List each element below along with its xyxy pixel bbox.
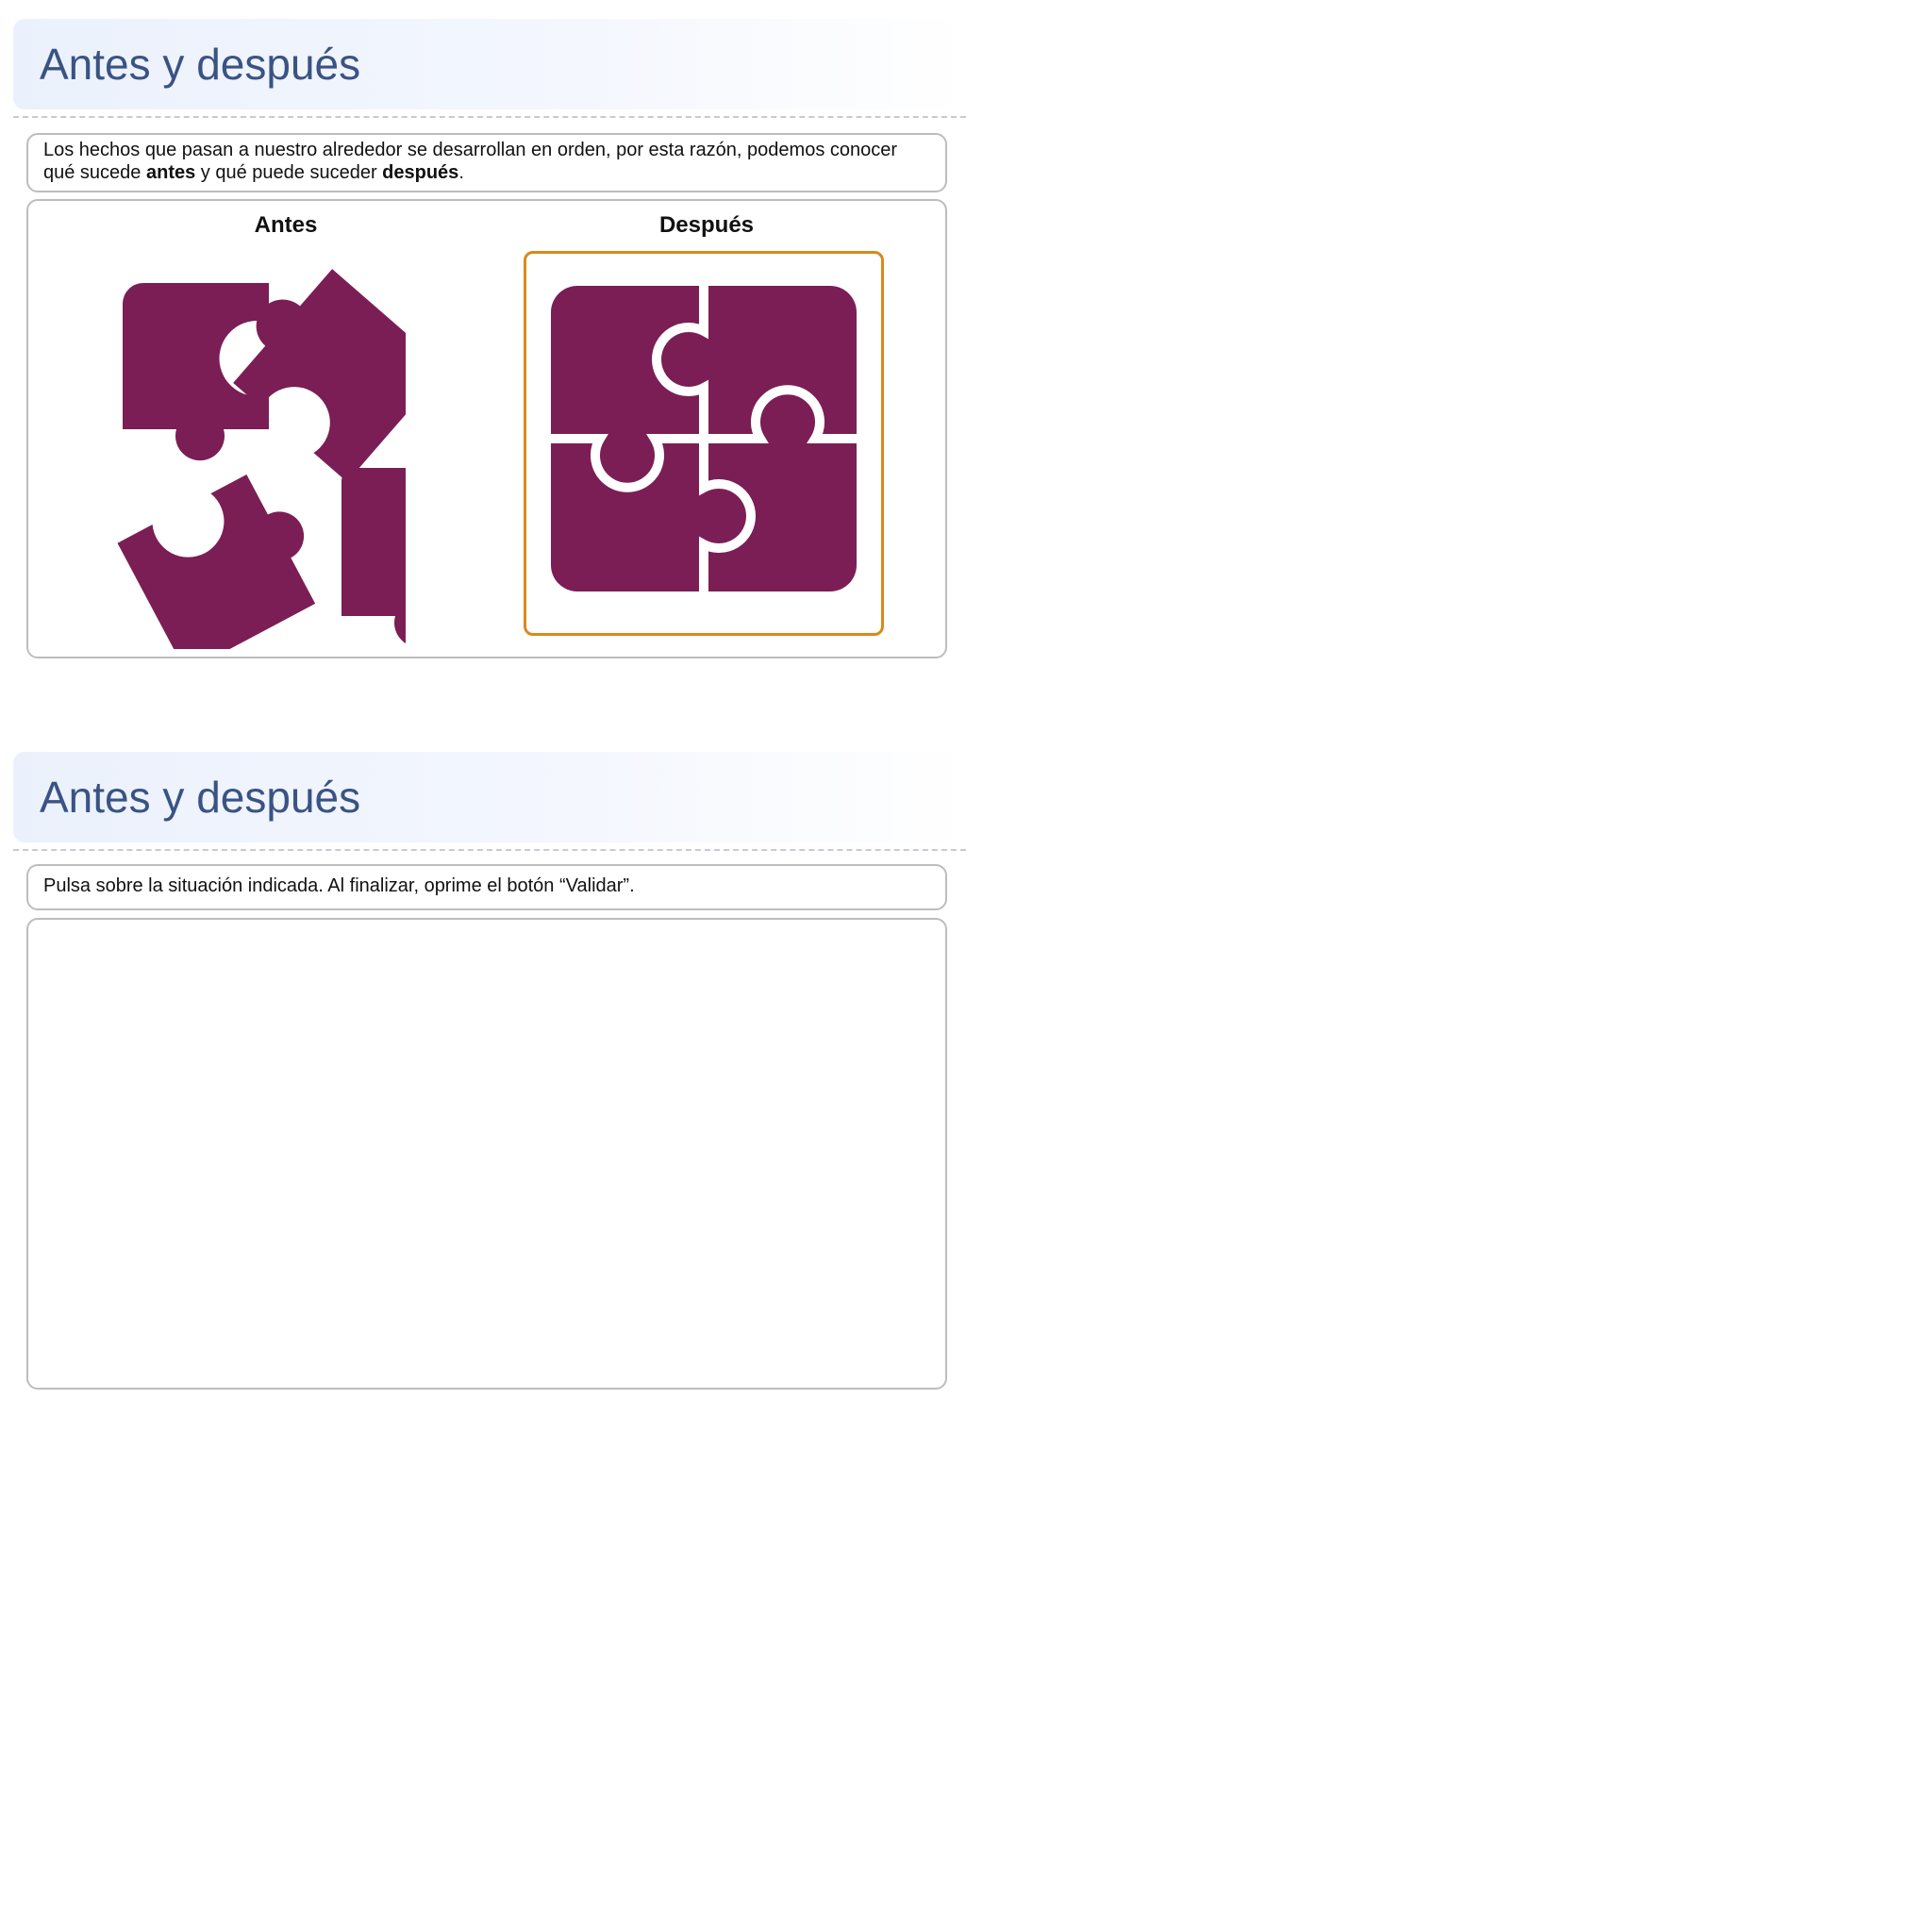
instruction-bold-despues: después bbox=[382, 162, 459, 183]
instruction-box-2: Pulsa sobre la situación indicada. Al fi… bbox=[26, 864, 947, 910]
instruction-box: Los hechos que pasan a nuestro alrededor… bbox=[26, 133, 947, 192]
column-label-despues: Después bbox=[658, 212, 755, 238]
assembled-puzzle-icon bbox=[551, 286, 857, 591]
section-intro: Antes y después Los hechos que pasan a n… bbox=[13, 19, 966, 658]
despues-image-frame bbox=[524, 251, 884, 636]
page-title: Antes y después bbox=[40, 40, 361, 89]
title-divider bbox=[13, 116, 966, 118]
instruction-bold-antes: antes bbox=[145, 162, 196, 183]
activity-panel[interactable] bbox=[26, 918, 947, 1390]
instruction-text-activity: Pulsa sobre la situación indicada. Al fi… bbox=[43, 875, 635, 896]
instruction-text-3: . bbox=[458, 162, 464, 183]
example-panel: Antes Después bbox=[26, 199, 947, 658]
title-bar: Antes y después bbox=[13, 19, 966, 109]
scattered-puzzle-icon bbox=[117, 269, 406, 649]
page-title-2: Antes y después bbox=[40, 773, 361, 822]
title-divider-2 bbox=[13, 849, 966, 851]
page: Antes y después Los hechos que pasan a n… bbox=[0, 0, 1932, 1932]
section-activity: Antes y después Pulsa sobre la situación… bbox=[13, 752, 966, 1390]
puzzle-piece-3 bbox=[117, 474, 316, 649]
instruction-text-2: y qué puede suceder bbox=[195, 162, 383, 183]
puzzle-piece-4 bbox=[341, 468, 406, 644]
title-bar-2: Antes y después bbox=[13, 752, 966, 842]
